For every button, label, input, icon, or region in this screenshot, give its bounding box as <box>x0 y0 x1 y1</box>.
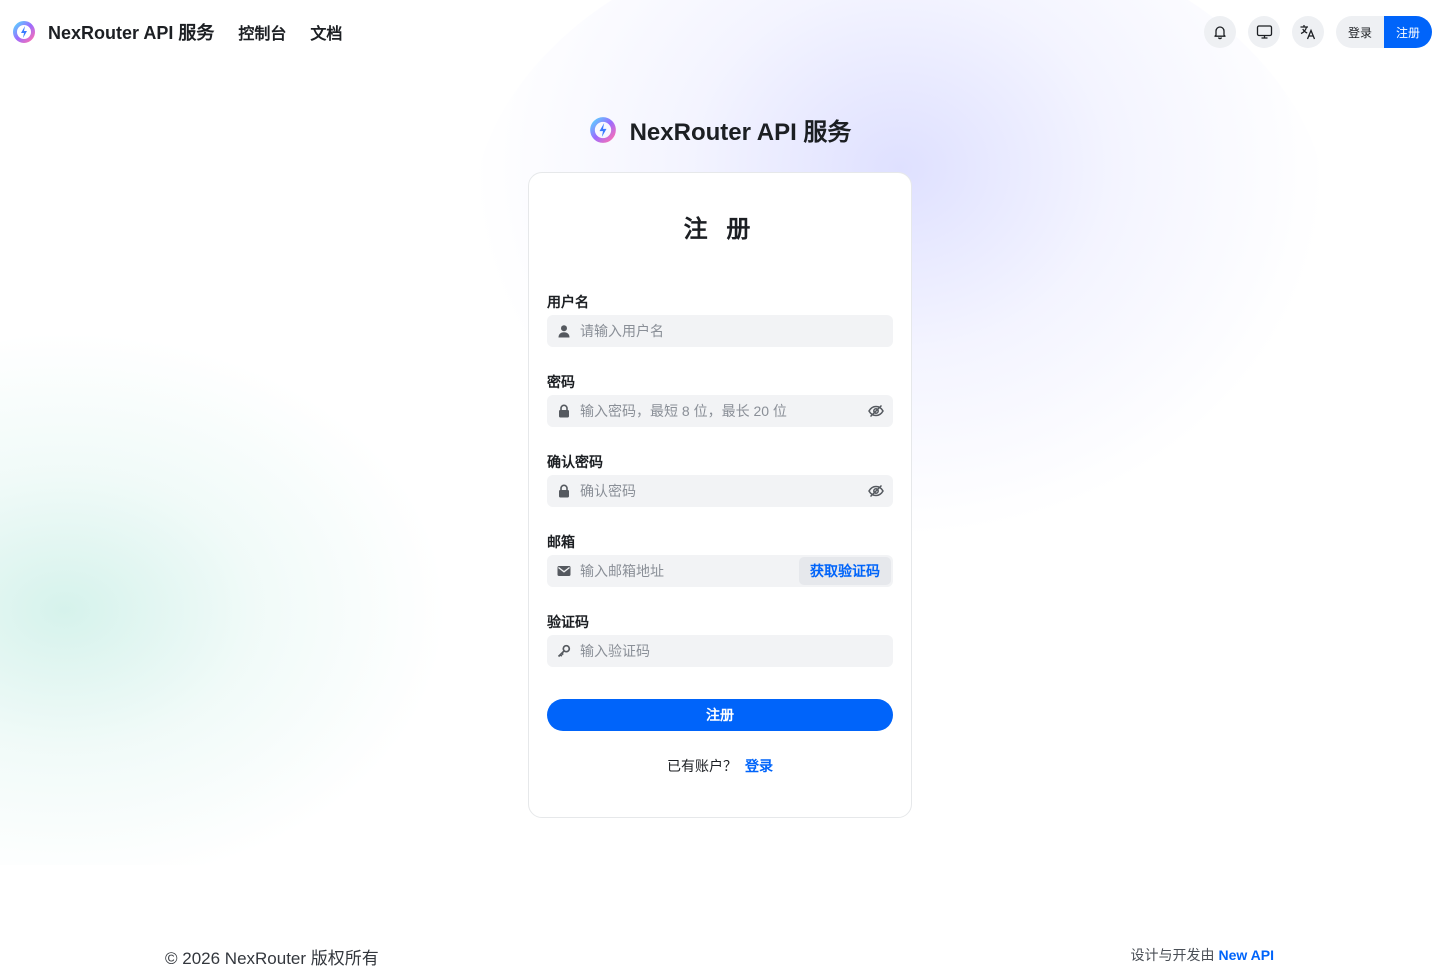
center-brand: NexRouter API 服务 <box>0 112 1440 147</box>
confirm-password-input[interactable]: 确认密码 <box>547 475 893 507</box>
translate-icon <box>1300 25 1316 40</box>
background-glow-green <box>0 330 450 890</box>
login-link[interactable]: 登录 <box>745 758 773 774</box>
auth-buttons: 登录 注册 <box>1336 16 1432 48</box>
password-placeholder: 输入密码，最短 8 位，最长 20 位 <box>580 403 787 419</box>
notifications-button[interactable] <box>1204 16 1236 48</box>
brand-name: NexRouter API 服务 <box>48 23 215 43</box>
theme-button[interactable] <box>1248 16 1280 48</box>
lock-icon <box>557 404 571 418</box>
designed-by: 设计与开发由 New API <box>1131 945 1275 965</box>
designed-by-text: 设计与开发由 <box>1130 947 1215 963</box>
copyright: © 2026 NexRouter 版权所有 <box>165 949 379 968</box>
form-title: 注 册 <box>683 216 757 243</box>
language-button[interactable] <box>1292 16 1324 48</box>
login-switch: 已有账户？ 登录 <box>529 756 911 776</box>
bell-icon <box>1214 26 1226 40</box>
lock-icon <box>557 484 571 498</box>
center-brand-name: NexRouter API 服务 <box>629 119 852 146</box>
username-placeholder: 请输入用户名 <box>580 323 664 339</box>
username-label: 用户名 <box>547 294 589 310</box>
header-login-button[interactable]: 登录 <box>1336 16 1384 48</box>
header-actions: 登录 注册 <box>1204 16 1432 48</box>
register-page: NexRouter API 服务 控制台 文档 登录 注册 NexRouter … <box>0 0 1440 980</box>
logo-icon <box>13 21 35 43</box>
verification-code-input[interactable]: 输入验证码 <box>547 635 893 667</box>
mail-icon <box>557 564 571 578</box>
email-placeholder: 输入邮箱地址 <box>580 563 664 579</box>
password-input[interactable]: 输入密码，最短 8 位，最长 20 位 <box>547 395 893 427</box>
have-account-text: 已有账户？ <box>667 758 737 774</box>
confirm-password-placeholder: 确认密码 <box>580 483 636 499</box>
username-input[interactable]: 请输入用户名 <box>547 315 893 347</box>
email-input[interactable]: 输入邮箱地址 获取验证码 <box>547 555 893 587</box>
verification-code-label: 验证码 <box>547 614 589 630</box>
new-api-link[interactable]: New API <box>1219 947 1275 963</box>
email-label: 邮箱 <box>547 534 575 550</box>
verification-code-placeholder: 输入验证码 <box>580 643 650 659</box>
logo-icon <box>589 116 616 143</box>
get-code-button[interactable]: 获取验证码 <box>799 557 891 585</box>
password-label: 密码 <box>547 374 575 390</box>
brand[interactable]: NexRouter API 服务 <box>12 19 214 45</box>
eye-off-icon[interactable] <box>868 484 884 498</box>
register-card: 注 册 用户名 请输入用户名 密码 输入密码，最短 8 位，最长 20 位 确认… <box>528 172 912 818</box>
monitor-icon <box>1256 25 1272 39</box>
top-header: NexRouter API 服务 控制台 文档 登录 注册 <box>0 0 1440 64</box>
eye-off-icon[interactable] <box>868 404 884 418</box>
header-register-button[interactable]: 注册 <box>1384 16 1432 48</box>
user-icon <box>557 324 571 338</box>
nav-console[interactable]: 控制台 <box>238 20 286 44</box>
key-icon <box>557 644 571 658</box>
confirm-password-label: 确认密码 <box>547 454 603 470</box>
nav-docs[interactable]: 文档 <box>310 20 342 44</box>
register-submit-button[interactable]: 注册 <box>547 699 893 731</box>
